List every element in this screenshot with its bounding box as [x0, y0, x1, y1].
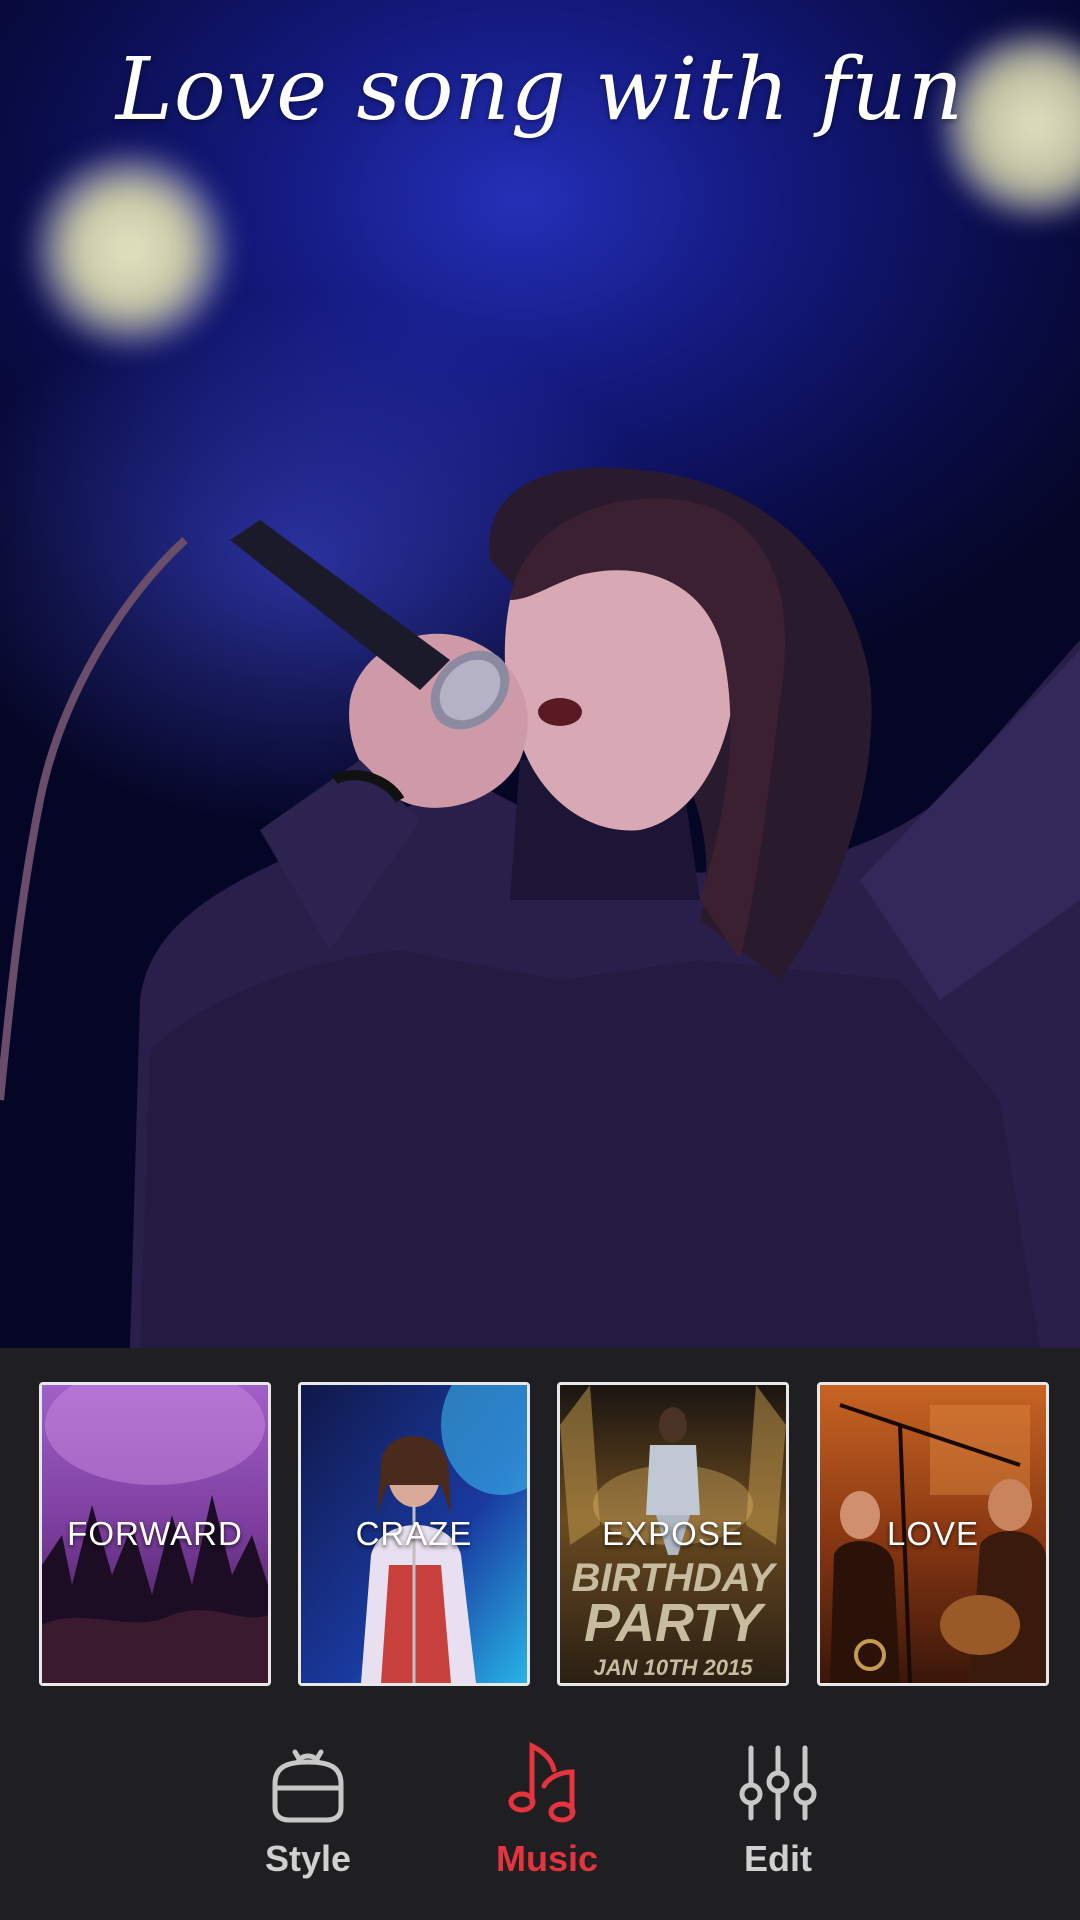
theme-label-love: LOVE [886, 1515, 980, 1552]
sliders-icon [739, 1745, 817, 1821]
preview-title: Love song with fun [115, 40, 965, 140]
theme-label-craze: CRAZE [355, 1515, 473, 1552]
purse-icon [272, 1749, 344, 1823]
bottom-nav: Style Music Edit [0, 1698, 1080, 1920]
theme-thumbnail-craze[interactable]: CRAZE [298, 1382, 530, 1686]
nav-label-music: Music [495, 1838, 599, 1879]
nav-tab-style[interactable]: Style [218, 1738, 398, 1908]
theme-label-expose: EXPOSE [602, 1515, 744, 1552]
nav-tab-music[interactable]: Music [457, 1738, 637, 1908]
preview-image: Love song with fun [0, 0, 1080, 1348]
expose-poster-line2: PARTY [584, 1593, 767, 1653]
nav-label-style: Style [264, 1838, 352, 1879]
nav-label-edit: Edit [744, 1838, 812, 1879]
video-theme-screen: Love song with fun FORWARD CRAZE BIRTHDA… [0, 0, 1080, 1920]
singer-illustration [0, 467, 1080, 1348]
theme-label-forward: FORWARD [67, 1515, 243, 1552]
theme-strip: FORWARD CRAZE BIRTHDAY PARTY JAN 10TH 20… [0, 1348, 1080, 1698]
nav-tab-edit[interactable]: Edit [688, 1738, 868, 1908]
theme-thumbnail-forward[interactable]: FORWARD [39, 1382, 271, 1686]
theme-thumbnail-expose[interactable]: BIRTHDAY PARTY JAN 10TH 2015 EXPOSE [557, 1382, 789, 1686]
music-notes-icon [508, 1741, 576, 1823]
expose-poster-date: JAN 10TH 2015 [594, 1655, 754, 1680]
theme-thumbnail-love[interactable]: LOVE [817, 1382, 1049, 1686]
